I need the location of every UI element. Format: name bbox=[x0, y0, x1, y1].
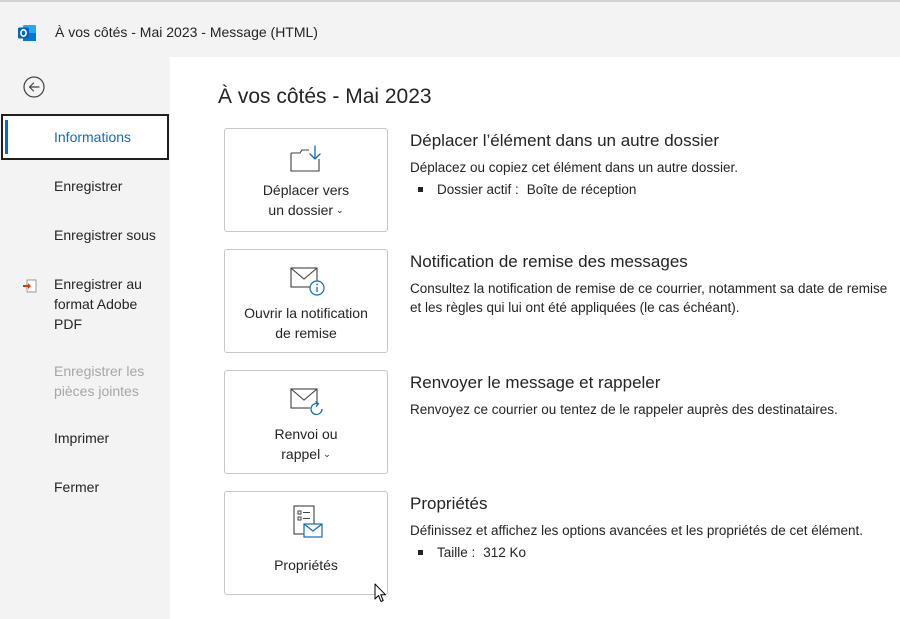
button-label: Ouvrir la notification bbox=[244, 305, 368, 321]
delivery-notification-section: Notification de remise des messages Cons… bbox=[410, 251, 890, 317]
sidebar-item-adobe-pdf[interactable]: Enregistrer au format Adobe PDF bbox=[0, 274, 170, 334]
sidebar-item-pieces-jointes: Enregistrer les pièces jointes bbox=[0, 361, 168, 401]
properties-section: Propriétés Définissez et affichez les op… bbox=[410, 493, 890, 562]
sidebar-item-label: Informations bbox=[54, 129, 132, 145]
adobe-pdf-icon bbox=[23, 279, 37, 293]
size-detail: Taille : 312 Ko bbox=[410, 543, 890, 562]
button-label-line2: de remise bbox=[275, 325, 337, 341]
sidebar-item-label: Enregistrer au format Adobe PDF bbox=[54, 276, 142, 332]
sidebar-item-label: Enregistrer bbox=[54, 178, 123, 194]
open-delivery-notification-button[interactable]: Ouvrir la notification de remise bbox=[224, 249, 388, 353]
move-section: Déplacer l’élément dans un autre dossier… bbox=[410, 130, 890, 199]
detail-value: Boîte de réception bbox=[526, 182, 637, 197]
bullet-icon bbox=[418, 187, 423, 192]
button-label: Propriétés bbox=[274, 557, 338, 573]
bullet-icon bbox=[418, 550, 423, 555]
button-label-line2: un dossier ⌄ bbox=[225, 200, 387, 220]
section-description: Définissez et affichez les options avanc… bbox=[410, 523, 864, 538]
sidebar-item-label: Fermer bbox=[54, 479, 100, 495]
button-label-text: rappel bbox=[281, 446, 321, 462]
section-title: Renvoyer le message et rappeler bbox=[410, 373, 661, 392]
section-description: Renvoyez ce courrier ou tentez de le rap… bbox=[410, 402, 838, 417]
chevron-down-icon: ⌄ bbox=[323, 449, 331, 459]
section-title: Notification de remise des messages bbox=[410, 252, 688, 271]
sidebar-item-fermer[interactable]: Fermer bbox=[0, 477, 168, 497]
section-title: Propriétés bbox=[410, 494, 488, 513]
sidebar-item-enregistrer[interactable]: Enregistrer bbox=[0, 176, 168, 196]
page-title: À vos côtés - Mai 2023 bbox=[218, 85, 432, 108]
chevron-down-icon: ⌄ bbox=[336, 205, 344, 215]
active-indicator bbox=[5, 120, 8, 154]
move-to-folder-button[interactable]: Déplacer vers un dossier ⌄ bbox=[224, 128, 388, 232]
button-label: Déplacer vers bbox=[262, 182, 350, 198]
section-description: Consultez la notification de remise de c… bbox=[410, 281, 888, 315]
title-bar: À vos côtés - Mai 2023 - Message (HTML) bbox=[0, 2, 900, 57]
sidebar-item-label: Enregistrer sous bbox=[54, 227, 156, 243]
mail-resend-icon bbox=[290, 388, 324, 416]
section-title: Déplacer l’élément dans un autre dossier bbox=[410, 131, 720, 150]
sidebar-item-label: Imprimer bbox=[54, 430, 110, 446]
back-arrow-icon[interactable] bbox=[22, 75, 46, 99]
move-folder-icon bbox=[290, 145, 321, 172]
button-label: Renvoi ou bbox=[274, 426, 338, 442]
properties-button[interactable]: Propriétés bbox=[224, 491, 388, 595]
active-folder-detail: Dossier actif : Boîte de réception bbox=[410, 180, 890, 199]
mail-info-icon bbox=[290, 267, 325, 296]
detail-value: 312 Ko bbox=[483, 545, 527, 560]
window-title: À vos côtés - Mai 2023 - Message (HTML) bbox=[55, 24, 318, 40]
backstage-sidebar: Informations Enregistrer Enregistrer sou… bbox=[0, 57, 170, 619]
button-label-text: un dossier bbox=[268, 202, 334, 218]
properties-icon bbox=[293, 505, 323, 538]
button-label-line2: rappel ⌄ bbox=[225, 444, 387, 464]
resend-recall-section: Renvoyer le message et rappeler Renvoyez… bbox=[410, 372, 890, 419]
sidebar-item-informations[interactable]: Informations bbox=[1, 114, 169, 160]
detail-label: Dossier actif : bbox=[437, 182, 519, 197]
outlook-app-icon bbox=[18, 25, 36, 41]
resend-recall-button[interactable]: Renvoi ou rappel ⌄ bbox=[224, 370, 388, 474]
mouse-pointer-icon bbox=[374, 583, 386, 602]
sidebar-item-label: Enregistrer les pièces jointes bbox=[54, 363, 145, 399]
main-panel: À vos côtés - Mai 2023 Déplacer vers un … bbox=[170, 57, 900, 619]
sidebar-item-enregistrer-sous[interactable]: Enregistrer sous bbox=[0, 225, 168, 245]
section-description: Déplacez ou copiez cet élément dans un a… bbox=[410, 160, 738, 175]
detail-label: Taille : bbox=[437, 545, 476, 560]
sidebar-item-imprimer[interactable]: Imprimer bbox=[0, 428, 168, 448]
